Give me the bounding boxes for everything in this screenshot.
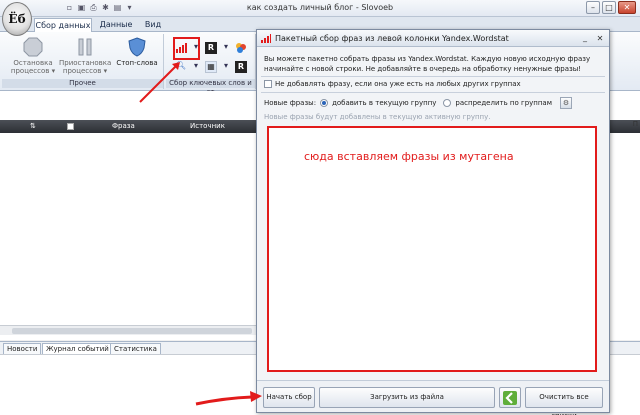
pause-icon	[78, 38, 92, 56]
radio-add-to-current-label[interactable]: добавить в текущую группу	[332, 99, 436, 107]
radio-distribute-label[interactable]: распределить по группам	[455, 99, 552, 107]
pause-processes-label-1: Приостановка	[59, 59, 112, 67]
radio-add-to-current[interactable]	[320, 99, 329, 107]
skip-duplicates-checkbox[interactable]	[264, 80, 272, 88]
stop-processes-label-1: Остановка	[13, 59, 53, 67]
back-button[interactable]	[499, 387, 521, 408]
dialog-description: Вы можете пакетно собрать фразы из Yande…	[264, 55, 591, 73]
stop-processes-button[interactable]: Остановка процессов ▾	[7, 37, 59, 77]
window-controls: – □ ✕	[586, 1, 636, 14]
stop-processes-label-2: процессов ▾	[10, 67, 56, 75]
select-all-checkbox[interactable]	[67, 123, 74, 130]
keywords-row-2: 🔍︎ ▾ ▦ ▾ R	[175, 61, 247, 73]
dropdown-arrow-icon[interactable]: ▾	[220, 61, 232, 73]
skip-duplicates-label: Не добавлять фразу, если она уже есть на…	[275, 80, 521, 88]
r-icon[interactable]: R	[235, 61, 247, 73]
batch-collect-dialog: Пакетный сбор фраз из левой колонки Yand…	[256, 29, 610, 415]
group-settings-icon[interactable]: ⚙	[560, 97, 572, 109]
shield-icon	[128, 37, 146, 57]
stop-hexagon-icon	[23, 37, 43, 57]
new-phrases-row: Новые фразы: добавить в текущую группу р…	[264, 97, 572, 109]
column-source[interactable]: Источник	[190, 120, 225, 133]
search-zoom-icon[interactable]: 🔍︎	[175, 61, 187, 73]
dialog-button-bar: Начать сбор Загрузить из файла Очистить …	[257, 380, 609, 415]
column-phrase[interactable]: Фраза	[112, 120, 135, 133]
start-collect-button[interactable]: Начать сбор	[263, 387, 315, 408]
clear-all-lists-button[interactable]: Очистить все списки	[525, 387, 603, 415]
horizontal-scrollbar[interactable]	[0, 325, 260, 335]
dialog-title: Пакетный сбор фраз из левой колонки Yand…	[275, 34, 509, 43]
tab-data-collection[interactable]: Сбор данных	[34, 18, 92, 32]
dropdown-arrow-icon[interactable]: ▾	[220, 42, 232, 54]
app-titlebar: ▫ ▣ ⎙ ✱ ▤ ▾ как создать личный блог - Sl…	[0, 0, 640, 17]
dropdown-arrow-icon[interactable]: ▾	[190, 61, 202, 73]
dialog-close-button[interactable]: ✕	[595, 34, 605, 43]
maximize-button[interactable]: □	[602, 1, 616, 14]
close-button[interactable]: ✕	[618, 1, 636, 14]
grid-filter-icon[interactable]: ⇅	[30, 120, 36, 133]
ribbon-group-misc-label: Прочее	[2, 79, 163, 88]
wordstat-icon	[261, 34, 271, 45]
dialog-minimize-button[interactable]: _	[580, 34, 590, 43]
tab-view[interactable]: Вид	[140, 18, 166, 32]
ribbon-group-keywords-label: Сбор ключевых слов и ст	[166, 79, 255, 96]
grid-right-column-label: П	[632, 120, 638, 128]
divider	[261, 92, 605, 93]
ribbon-group-misc: Остановка процессов ▾ Приостановка проце…	[2, 34, 164, 89]
annotation-highlight-box	[173, 37, 200, 60]
colored-circles-icon[interactable]	[235, 42, 247, 54]
annotation-text: сюда вставляем фразы из мутагена	[304, 150, 514, 163]
skip-duplicates-row[interactable]: Не добавлять фразу, если она уже есть на…	[264, 80, 521, 88]
load-from-file-button[interactable]: Загрузить из файла	[319, 387, 495, 408]
table-icon[interactable]: ▦	[205, 61, 217, 73]
pause-processes-label-2: процессов ▾	[62, 67, 108, 75]
radio-distribute[interactable]	[443, 99, 452, 107]
r-icon[interactable]: R	[205, 42, 217, 54]
divider	[261, 76, 605, 77]
phrases-textarea[interactable]: сюда вставляем фразы из мутагена	[267, 126, 597, 372]
dialog-hint: Новые фразы будут добавлены в текущую ак…	[264, 113, 491, 121]
app-logo[interactable]: Ёб	[2, 2, 32, 36]
scrollbar-thumb[interactable]	[12, 328, 252, 334]
stop-words-button[interactable]: Стоп-слова	[111, 37, 163, 77]
pause-processes-button[interactable]: Приостановка процессов ▾	[59, 37, 111, 77]
tab-data[interactable]: Данные	[96, 18, 136, 32]
stop-words-label: Стоп-слова	[116, 59, 158, 67]
app-title: как создать личный блог - Slovoeb	[246, 3, 394, 12]
minimize-button[interactable]: –	[586, 1, 600, 14]
app-window: ▫ ▣ ⎙ ✱ ▤ ▾ как создать личный блог - Sl…	[0, 0, 640, 415]
dialog-titlebar: Пакетный сбор фраз из левой колонки Yand…	[257, 30, 609, 47]
new-phrases-label: Новые фразы:	[264, 99, 317, 107]
back-arrow-icon	[503, 391, 517, 405]
